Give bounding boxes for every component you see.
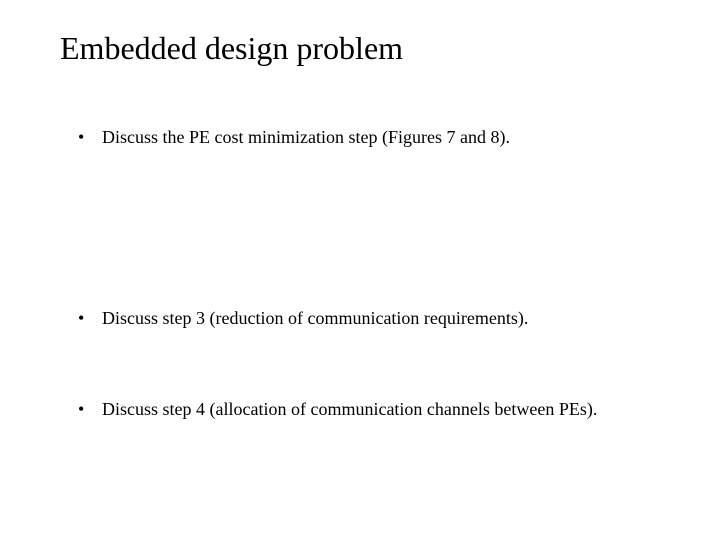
list-item: Discuss step 4 (allocation of communicat… <box>78 399 660 420</box>
bullet-list: Discuss the PE cost minimization step (F… <box>78 127 660 420</box>
list-item: Discuss the PE cost minimization step (F… <box>78 127 660 148</box>
list-item: Discuss step 3 (reduction of communicati… <box>78 308 660 329</box>
slide-title: Embedded design problem <box>60 30 660 67</box>
slide: Embedded design problem Discuss the PE c… <box>0 0 720 540</box>
